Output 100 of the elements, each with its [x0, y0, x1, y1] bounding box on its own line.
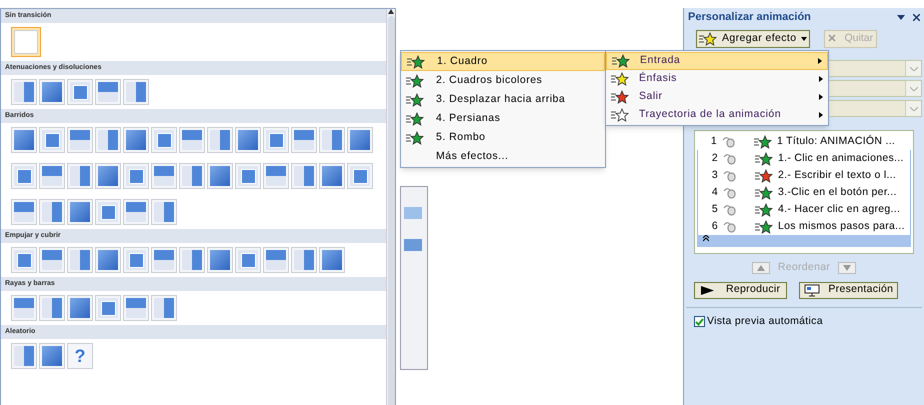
- transition-thumbnail[interactable]: [39, 295, 65, 321]
- star-icon: [754, 134, 772, 148]
- transition-thumbnail[interactable]: [207, 163, 233, 189]
- transition-thumbnail[interactable]: [179, 247, 205, 273]
- reorder-label: Reordenar: [778, 260, 830, 275]
- transition-thumbnail[interactable]: [207, 127, 233, 153]
- transition-thumbnail[interactable]: [67, 295, 93, 321]
- transition-thumbnail[interactable]: [67, 247, 93, 273]
- projector-screen-icon: [804, 284, 820, 297]
- animation-list-item[interactable]: 3 2.- Escribir el texto o l...: [697, 167, 911, 184]
- transition-thumbnail[interactable]: [11, 127, 37, 153]
- transition-thumbnail[interactable]: [319, 127, 345, 153]
- transition-thumbnail[interactable]: [319, 247, 345, 273]
- star-icon: [611, 108, 629, 122]
- transition-thumbnail[interactable]: [263, 247, 289, 273]
- caret-icon: [801, 37, 808, 41]
- transition-thumbnail[interactable]: [95, 295, 121, 321]
- move-up-button[interactable]: [752, 262, 770, 274]
- animation-list-item[interactable]: 1 1 Título: ANIMACIÓN ...: [697, 133, 911, 150]
- animation-list-item[interactable]: 2 1.- Clic en animaciones...: [697, 150, 911, 167]
- transition-thumbnail[interactable]: [123, 199, 149, 225]
- submenu-arrow-icon: [819, 76, 823, 82]
- scroll-up-icon[interactable]: [388, 9, 394, 14]
- transition-thumbnail[interactable]: [123, 127, 149, 153]
- transition-thumbnail[interactable]: [11, 295, 37, 321]
- transition-thumbnail[interactable]: [263, 163, 289, 189]
- transition-thumbnail[interactable]: [95, 199, 121, 225]
- animation-list-item[interactable]: 5 4.- Hacer clic en agreg...: [697, 201, 911, 218]
- menu-item[interactable]: Más efectos...: [401, 147, 605, 166]
- transition-thumbnail[interactable]: [39, 343, 65, 369]
- animation-list-item[interactable]: 4 3.-Clic en el botón per...: [697, 184, 911, 201]
- transition-thumbnail[interactable]: [151, 295, 177, 321]
- transition-thumbnail[interactable]: [179, 163, 205, 189]
- transition-thumbnail[interactable]: [123, 163, 149, 189]
- transition-thumbnail[interactable]: [123, 247, 149, 273]
- transition-thumbnail[interactable]: [151, 247, 177, 273]
- transition-thumbnail[interactable]: [207, 247, 233, 273]
- transition-thumbnail[interactable]: [235, 247, 261, 273]
- star-icon: [611, 72, 629, 86]
- arrow-down-icon: [843, 264, 852, 271]
- scrollbar[interactable]: [386, 9, 395, 405]
- menu-item[interactable]: 5. Rombo: [401, 128, 605, 147]
- transition-thumbnail[interactable]: [95, 79, 121, 105]
- transition-thumbnail[interactable]: [11, 199, 37, 225]
- menu-item[interactable]: Trayectoria de la animación: [606, 106, 828, 124]
- slide-frame[interactable]: [400, 186, 428, 370]
- transition-thumbnail[interactable]: [67, 127, 93, 153]
- transition-thumbnail[interactable]: [11, 27, 41, 57]
- menu-item[interactable]: Énfasis: [606, 70, 828, 88]
- menu-item[interactable]: 1. Cuadro: [401, 52, 605, 71]
- transition-thumbnail[interactable]: [39, 127, 65, 153]
- transition-thumbnail[interactable]: [151, 163, 177, 189]
- transition-thumbnail[interactable]: [67, 163, 93, 189]
- menu-item[interactable]: 3. Desplazar hacia arriba: [401, 90, 605, 109]
- star-icon: [406, 130, 424, 144]
- transition-thumbnail[interactable]: [39, 79, 65, 105]
- move-down-button[interactable]: [838, 262, 856, 274]
- transition-thumbnail[interactable]: [67, 79, 93, 105]
- transition-thumbnail[interactable]: [151, 199, 177, 225]
- transition-thumbnail[interactable]: [95, 163, 121, 189]
- transition-thumbnail[interactable]: [95, 127, 121, 153]
- transition-thumbnail[interactable]: [151, 127, 177, 153]
- transition-thumbnail[interactable]: [39, 247, 65, 273]
- star-icon: [755, 186, 773, 200]
- transition-thumbnail[interactable]: [291, 127, 317, 153]
- transition-thumbnail[interactable]: [11, 247, 37, 273]
- transition-thumbnail[interactable]: [123, 295, 149, 321]
- transition-thumbnail[interactable]: [263, 127, 289, 153]
- mouse-icon: [723, 152, 737, 164]
- transition-thumbnail[interactable]: [179, 127, 205, 153]
- dropdown-icon[interactable]: [897, 14, 905, 20]
- collapse-icon: [703, 235, 709, 242]
- menu-item[interactable]: Entrada: [606, 52, 828, 70]
- transition-thumbnail[interactable]: [319, 163, 345, 189]
- star-icon: [407, 54, 425, 68]
- play-button[interactable]: Reproducir: [694, 282, 788, 299]
- close-icon[interactable]: [913, 14, 920, 20]
- transition-thumbnail[interactable]: [123, 79, 149, 105]
- transition-thumbnail[interactable]: [39, 163, 65, 189]
- transition-thumbnail[interactable]: [67, 199, 93, 225]
- menu-item[interactable]: Salir: [606, 88, 828, 106]
- slideshow-button[interactable]: Presentación: [799, 282, 898, 299]
- transition-thumbnail[interactable]: [347, 163, 373, 189]
- transition-thumbnail[interactable]: [291, 247, 317, 273]
- menu-item[interactable]: 2. Cuadros bicolores: [401, 71, 605, 90]
- transition-thumbnail[interactable]: [347, 127, 373, 153]
- slide-thumbnail: [404, 239, 422, 251]
- transition-thumbnail[interactable]: [11, 79, 37, 105]
- transition-thumbnail[interactable]: [39, 199, 65, 225]
- transition-thumbnail[interactable]: [235, 127, 261, 153]
- transition-thumbnail[interactable]: [11, 163, 37, 189]
- transition-thumbnail[interactable]: ?: [67, 343, 93, 369]
- checkbox[interactable]: [694, 316, 705, 328]
- menu-item[interactable]: 4. Persianas: [401, 109, 605, 128]
- transition-thumbnail[interactable]: [291, 163, 317, 189]
- transition-thumbnail[interactable]: [11, 343, 37, 369]
- star-icon: [406, 112, 424, 126]
- transition-thumbnail[interactable]: [95, 247, 121, 273]
- add-effect-button[interactable]: Agregar efecto: [696, 30, 810, 48]
- transition-thumbnail[interactable]: [235, 163, 261, 189]
